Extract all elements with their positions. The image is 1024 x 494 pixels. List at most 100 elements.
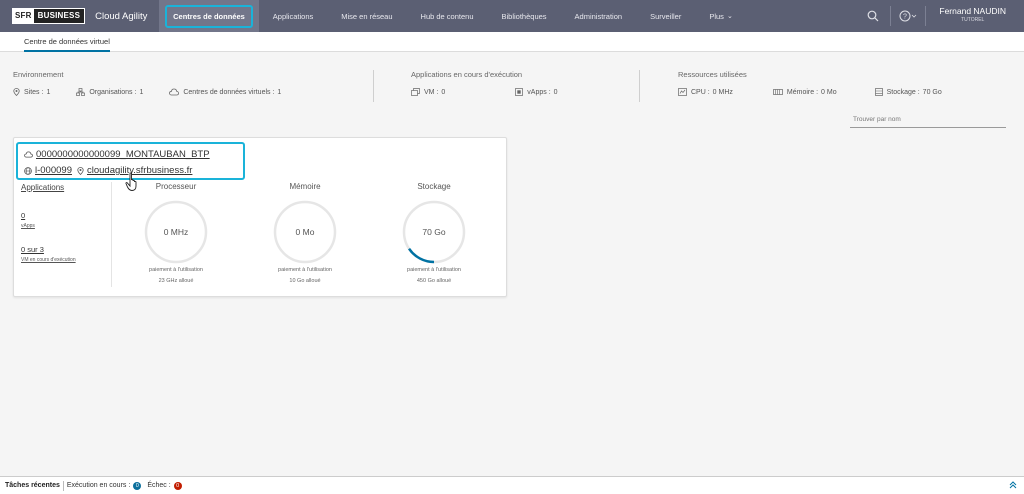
app-name: Cloud Agility	[95, 10, 148, 22]
summary-divider	[639, 70, 640, 102]
help-icon[interactable]: ?	[896, 0, 920, 32]
footer-divider	[62, 480, 64, 491]
running-tasks-badge: 0	[133, 481, 142, 490]
gauge-billing-note: paiement à l'utilisation	[278, 267, 332, 273]
organizations-label: Organisations :	[89, 88, 137, 96]
vapp-icon	[515, 88, 524, 96]
chevron-down-icon: ⌄	[726, 13, 733, 20]
memory-value: 0 Mo	[821, 88, 837, 96]
organizations-value: 1	[139, 88, 144, 96]
nav-networking-label: Mise en réseau	[341, 11, 393, 21]
running-tasks[interactable]: Exécution en cours : 0	[66, 481, 142, 490]
summary-divider	[373, 70, 374, 102]
cloud-icon	[24, 151, 33, 158]
storage-icon	[874, 88, 883, 96]
nav-content-hub[interactable]: Hub de contenu	[407, 0, 488, 32]
vdc-apps-summary: Applications 0 vApps 0 sur 3 VM en cours…	[14, 182, 112, 287]
sfr-business-logo[interactable]: SFR BUSINESS	[12, 8, 86, 24]
svg-text:?: ?	[903, 14, 907, 21]
storage-gauge: Stockage 70 Go paiement à l'utilisation …	[370, 182, 498, 284]
vapps-count-label[interactable]: vApps	[21, 223, 35, 229]
nav-applications[interactable]: Applications	[259, 0, 327, 32]
vms-running-link[interactable]: 0 sur 3	[21, 245, 44, 254]
environment-title: Environnement	[13, 70, 64, 79]
nav-applications-label: Applications	[272, 11, 314, 21]
vdc-card-header: 0000000000000099_MONTAUBAN_BTP l-000099 …	[16, 142, 245, 191]
organization-icon	[76, 88, 86, 96]
gauge-value: 0 Mo	[296, 227, 315, 237]
vdc-card[interactable]: 0000000000000099_MONTAUBAN_BTP l-000099 …	[13, 137, 507, 297]
logo-sfr-text: SFR	[13, 9, 34, 23]
vdc-org-link[interactable]: l-000099	[35, 165, 72, 176]
memory-label: Mémoire :	[786, 88, 819, 96]
running-apps-section: Applications en cours d'exécution VM :0 …	[411, 70, 584, 96]
summary-panel: Environnement Sites :1 Organisations :1 …	[0, 60, 1024, 110]
vm-value: 0	[441, 88, 446, 96]
globe-icon	[24, 166, 32, 175]
nav-monitor[interactable]: Surveiller	[636, 0, 695, 32]
vm-count: VM :0	[411, 88, 445, 96]
vms-running-label[interactable]: VM en cours d'exécution	[21, 257, 76, 263]
applications-link[interactable]: Applications	[21, 183, 64, 192]
gauge-allocated: 10 Go alloué	[289, 278, 321, 284]
subtab-bar: Centre de données virtuel	[0, 32, 1024, 52]
gauge-allocated: 23 GHz alloué	[158, 278, 194, 284]
user-name: Fernand NAUDIN	[939, 6, 1006, 16]
recent-tasks-toggle[interactable]: Tâches récentes	[0, 482, 60, 489]
search-icon[interactable]	[861, 0, 885, 32]
resources-title: Ressources utilisées	[678, 70, 747, 79]
gauge-title: Processeur	[155, 182, 197, 191]
nav-networking[interactable]: Mise en réseau	[327, 0, 406, 32]
memory-usage: Mémoire :0 Mo	[773, 88, 837, 96]
vm-label: VM :	[424, 88, 439, 96]
cpu-value: 0 MHz	[712, 88, 733, 96]
vdc-count: Centres de données virtuels :1	[169, 88, 281, 96]
storage-label: Stockage :	[886, 88, 920, 96]
sites-label: Sites :	[24, 88, 44, 96]
cpu-label: CPU :	[691, 88, 710, 96]
sites-count: Sites :1	[13, 88, 50, 96]
nav-more-label: Plus	[709, 11, 724, 21]
logo-business-text: BUSINESS	[33, 9, 85, 23]
gauge-value: 70 Go	[422, 227, 445, 237]
nav-datacenters-label: Centres de données	[165, 4, 253, 28]
expand-up-icon[interactable]	[1008, 480, 1018, 490]
gauge-billing-note: paiement à l'utilisation	[149, 267, 203, 273]
header-actions: ? Fernand NAUDIN TUTOREL	[861, 0, 1024, 32]
failed-tasks-badge: 0	[173, 481, 182, 490]
gauge-ring: 0 MHz	[144, 200, 208, 264]
gauge-title: Stockage	[417, 182, 451, 191]
running-tasks-label: Exécution en cours :	[66, 482, 131, 489]
vdc-name-link[interactable]: 0000000000000099_MONTAUBAN_BTP	[24, 149, 210, 160]
vapps-value: 0	[553, 88, 558, 96]
gauge-title: Mémoire	[289, 182, 321, 191]
nav-monitor-label: Surveiller	[650, 11, 682, 21]
vapps-label: vApps :	[527, 88, 551, 96]
cpu-gauge: Processeur 0 MHz paiement à l'utilisatio…	[112, 182, 240, 284]
cpu-usage: CPU :0 MHz	[678, 88, 733, 96]
storage-value: 70 Go	[922, 88, 942, 96]
search-input[interactable]: Trouver par nom	[850, 116, 1006, 128]
top-header: SFR BUSINESS Cloud Agility Centres de do…	[0, 0, 1024, 32]
vdc-name-text[interactable]: 0000000000000099_MONTAUBAN_BTP	[36, 149, 210, 160]
gauge-ring: 0 Mo	[273, 200, 337, 264]
nav-more[interactable]: Plus ⌄	[695, 0, 746, 32]
user-role: TUTOREL	[961, 17, 985, 23]
nav-administration[interactable]: Administration	[561, 0, 637, 32]
nav-datacenters[interactable]: Centres de données	[159, 0, 259, 32]
recent-tasks-bar: Tâches récentes Exécution en cours : 0 É…	[0, 476, 1024, 494]
location-icon	[13, 88, 20, 96]
vm-icon	[411, 88, 420, 96]
memory-gauge: Mémoire 0 Mo paiement à l'utilisation 10…	[241, 182, 369, 284]
failed-tasks[interactable]: Échec : 0	[147, 481, 182, 490]
header-divider	[890, 6, 892, 26]
vapps-count-link[interactable]: 0	[21, 211, 25, 220]
nav-libraries[interactable]: Bibliothèques	[488, 0, 561, 32]
sites-value: 1	[46, 88, 51, 96]
memory-icon	[773, 89, 783, 95]
tab-virtual-datacenter[interactable]: Centre de données virtuel	[24, 37, 110, 52]
gauge-billing-note: paiement à l'utilisation	[407, 267, 461, 273]
user-menu[interactable]: Fernand NAUDIN TUTOREL	[931, 7, 1024, 25]
running-apps-title: Applications en cours d'exécution	[411, 70, 523, 79]
gauge-allocated: 450 Go alloué	[416, 278, 452, 284]
